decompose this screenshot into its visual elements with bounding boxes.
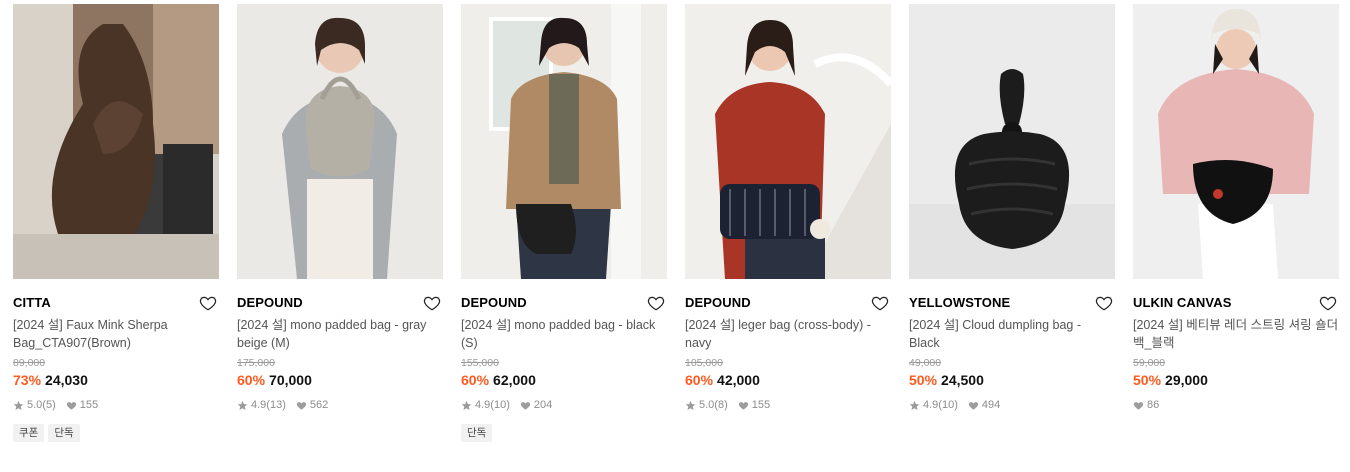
- discount-rate: 60%: [461, 372, 490, 388]
- original-price: 175,000: [237, 357, 275, 369]
- like-count: 562: [309, 399, 329, 411]
- star-icon: [237, 400, 248, 410]
- sale-price: 24,500: [941, 372, 984, 388]
- rating-meta: 5.0 (8) 155: [685, 398, 891, 412]
- product-grid: CITTA [2024 설] Faux Mink Sherpa Bag_CTA9…: [0, 0, 1350, 472]
- rating-meta: 4.9 (10) 494: [909, 398, 1115, 412]
- original-price: 49,000: [909, 357, 942, 369]
- product-image[interactable]: [1133, 4, 1339, 279]
- rating-value: 5.0: [27, 399, 43, 411]
- product-title[interactable]: [2024 설] mono padded bag - gray beige (M…: [237, 316, 443, 352]
- product-title[interactable]: [2024 설] 베티뷰 레더 스트링 셔링 숄더백_블랙: [1133, 316, 1339, 352]
- wishlist-heart-icon[interactable]: [1095, 294, 1113, 312]
- rating-meta: 4.9 (13) 562: [237, 398, 443, 412]
- rating-meta: 86: [1133, 398, 1339, 412]
- review-count: (13): [266, 399, 286, 411]
- wishlist-heart-icon[interactable]: [199, 294, 217, 312]
- wishlist-heart-icon[interactable]: [423, 294, 441, 312]
- star-icon: [13, 400, 24, 410]
- product-title[interactable]: [2024 설] leger bag (cross-body) - navy: [685, 316, 891, 352]
- tag-exclusive: 단독: [48, 424, 80, 442]
- product-card[interactable]: YELLOWSTONE [2024 설] Cloud dumpling bag …: [909, 4, 1115, 412]
- product-title[interactable]: [2024 설] Faux Mink Sherpa Bag_CTA907(Bro…: [13, 316, 219, 352]
- brand-name[interactable]: DEPOUND: [237, 294, 443, 312]
- product-card[interactable]: ULKIN CANVAS [2024 설] 베티뷰 레더 스트링 셔링 숄더백_…: [1133, 4, 1339, 412]
- discount-rate: 60%: [685, 372, 714, 388]
- tag-list: 쿠폰 단독: [13, 424, 219, 442]
- rating-value: 4.9: [923, 399, 939, 411]
- sale-price: 70,000: [269, 372, 312, 388]
- product-image[interactable]: [685, 4, 891, 279]
- wishlist-heart-icon[interactable]: [647, 294, 665, 312]
- price-row: 50% 29,000: [1133, 371, 1339, 389]
- price-row: 60% 70,000: [237, 371, 443, 389]
- rating-meta: 4.9 (10) 204: [461, 398, 667, 412]
- product-image[interactable]: [13, 4, 219, 279]
- rating-value: 5.0: [699, 399, 715, 411]
- original-price: 89,000: [13, 357, 46, 369]
- discount-rate: 73%: [13, 372, 42, 388]
- wishlist-heart-icon[interactable]: [1319, 294, 1337, 312]
- like-heart-icon: [66, 401, 76, 410]
- sale-price: 62,000: [493, 372, 536, 388]
- price-row: 60% 42,000: [685, 371, 891, 389]
- original-price: 155,000: [461, 357, 499, 369]
- original-price: 59,000: [1133, 357, 1166, 369]
- star-icon: [685, 400, 696, 410]
- price-row: 50% 24,500: [909, 371, 1115, 389]
- star-icon: [461, 400, 472, 410]
- brand-name[interactable]: DEPOUND: [461, 294, 667, 312]
- sale-price: 42,000: [717, 372, 760, 388]
- tag-list: 단독: [461, 424, 667, 442]
- tag-exclusive: 단독: [461, 424, 493, 442]
- product-card[interactable]: CITTA [2024 설] Faux Mink Sherpa Bag_CTA9…: [13, 4, 219, 442]
- sale-price: 29,000: [1165, 372, 1208, 388]
- product-image[interactable]: [461, 4, 667, 279]
- review-count: (8): [714, 399, 728, 411]
- product-image[interactable]: [909, 4, 1115, 279]
- product-card[interactable]: DEPOUND [2024 설] leger bag (cross-body) …: [685, 4, 891, 412]
- discount-rate: 60%: [237, 372, 266, 388]
- rating-meta: 5.0 (5) 155: [13, 398, 219, 412]
- like-count: 86: [1147, 399, 1160, 411]
- like-heart-icon: [520, 401, 530, 410]
- sale-price: 24,030: [45, 372, 88, 388]
- star-icon: [909, 400, 920, 410]
- product-title[interactable]: [2024 설] Cloud dumpling bag - Black: [909, 316, 1115, 352]
- review-count: (10): [938, 399, 958, 411]
- review-count: (5): [42, 399, 56, 411]
- discount-rate: 50%: [909, 372, 938, 388]
- wishlist-heart-icon[interactable]: [871, 294, 889, 312]
- product-card[interactable]: DEPOUND [2024 설] mono padded bag - black…: [461, 4, 667, 442]
- brand-name[interactable]: YELLOWSTONE: [909, 294, 1115, 312]
- price-row: 73% 24,030: [13, 371, 219, 389]
- like-count: 155: [751, 399, 771, 411]
- like-heart-icon: [738, 401, 748, 410]
- like-heart-icon: [968, 401, 978, 410]
- rating-value: 4.9: [251, 399, 267, 411]
- brand-name[interactable]: DEPOUND: [685, 294, 891, 312]
- original-price: 105,000: [685, 357, 723, 369]
- product-image[interactable]: [237, 4, 443, 279]
- like-count: 155: [79, 399, 99, 411]
- review-count: (10): [490, 399, 510, 411]
- like-count: 204: [533, 399, 553, 411]
- brand-name[interactable]: ULKIN CANVAS: [1133, 294, 1339, 312]
- product-title[interactable]: [2024 설] mono padded bag - black (S): [461, 316, 667, 352]
- rating-value: 4.9: [475, 399, 491, 411]
- price-row: 60% 62,000: [461, 371, 667, 389]
- tag-coupon: 쿠폰: [13, 424, 45, 442]
- like-heart-icon: [296, 401, 306, 410]
- product-card[interactable]: DEPOUND [2024 설] mono padded bag - gray …: [237, 4, 443, 412]
- like-count: 494: [981, 399, 1001, 411]
- discount-rate: 50%: [1133, 372, 1162, 388]
- brand-name[interactable]: CITTA: [13, 294, 219, 312]
- like-heart-icon: [1133, 401, 1144, 410]
